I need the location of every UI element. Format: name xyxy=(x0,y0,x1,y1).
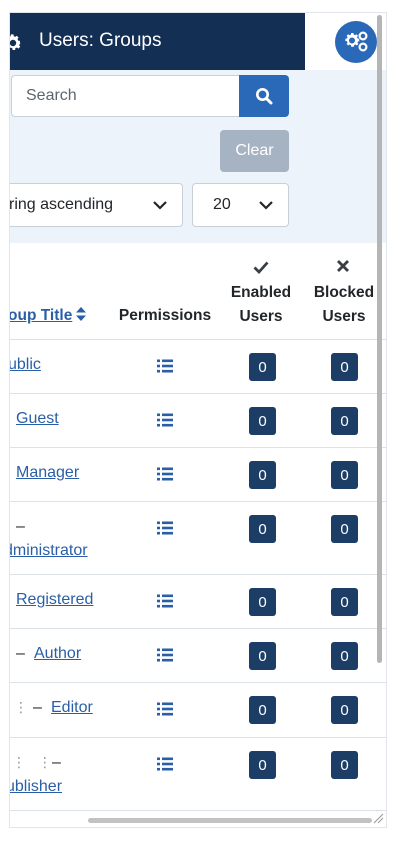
table-row: – dministrator 0 0 xyxy=(10,502,386,575)
column-header-permissions: Permissions xyxy=(118,307,212,324)
group-title-link[interactable]: ublic xyxy=(10,356,41,374)
enabled-users-badge[interactable]: 0 xyxy=(249,588,276,616)
chevron-down-icon xyxy=(153,201,167,210)
list-icon[interactable] xyxy=(157,413,173,427)
window-frame: Users: Groups Search Clear ring ascendin… xyxy=(10,13,386,827)
list-icon[interactable] xyxy=(157,521,173,535)
clear-button[interactable]: Clear xyxy=(220,130,289,172)
blocked-users-badge[interactable]: 0 xyxy=(331,751,358,779)
group-title-link[interactable]: Manager xyxy=(16,464,79,482)
list-icon[interactable] xyxy=(157,467,173,481)
times-icon xyxy=(337,260,349,272)
list-icon[interactable] xyxy=(157,757,173,771)
ordering-select[interactable]: ring ascending xyxy=(10,183,183,227)
table-row: Guest 0 0 xyxy=(10,394,386,448)
group-title-link[interactable]: Author xyxy=(34,645,81,663)
group-title-link[interactable]: Registered xyxy=(16,591,93,609)
search-input[interactable]: Search xyxy=(11,75,239,117)
filter-bar: Search Clear ring ascending 20 xyxy=(10,70,386,243)
column-header-blocked-users: Blocked Users xyxy=(310,281,378,329)
blocked-label-line1: Blocked xyxy=(313,284,375,301)
options-button[interactable] xyxy=(335,21,377,63)
level-dash: – xyxy=(16,645,25,662)
limit-select[interactable]: 20 xyxy=(192,183,289,227)
enabled-users-badge[interactable]: 0 xyxy=(249,461,276,489)
enabled-users-badge[interactable]: 0 xyxy=(249,353,276,381)
table-row: – Author 0 0 xyxy=(10,629,386,683)
table-row: ⋮ ⋮ – ublisher 0 0 xyxy=(10,738,386,811)
list-icon[interactable] xyxy=(157,594,173,608)
gear-icon xyxy=(10,34,22,50)
enabled-users-badge[interactable]: 0 xyxy=(249,407,276,435)
level-indicator: ⋮ ⋮ xyxy=(12,754,56,770)
resize-handle-icon[interactable] xyxy=(372,812,384,824)
group-title-link[interactable]: Guest xyxy=(16,410,59,428)
search-icon xyxy=(256,88,273,105)
blocked-users-badge[interactable]: 0 xyxy=(331,407,358,435)
column-header-enabled-users: Enabled Users xyxy=(228,281,294,329)
search-placeholder: Search xyxy=(26,87,77,104)
group-title-link[interactable]: ublisher xyxy=(10,778,62,796)
list-icon[interactable] xyxy=(157,702,173,716)
column-header-group-title[interactable]: roup Title xyxy=(10,304,87,328)
enabled-users-badge[interactable]: 0 xyxy=(249,515,276,543)
limit-value: 20 xyxy=(213,196,231,213)
level-dash: – xyxy=(52,754,61,771)
page-title: Users: Groups xyxy=(39,30,162,51)
enabled-label-line2: Users xyxy=(239,308,283,325)
group-title-link[interactable]: dministrator xyxy=(10,542,88,560)
ordering-value: ring ascending xyxy=(10,196,114,213)
blocked-users-badge[interactable]: 0 xyxy=(331,696,358,724)
chevron-down-icon xyxy=(259,201,273,210)
group-title-link[interactable]: Editor xyxy=(51,699,93,717)
column-title-label: roup Title xyxy=(10,307,73,324)
list-icon[interactable] xyxy=(157,648,173,662)
blocked-label-line2: Users xyxy=(322,308,366,325)
table-header: roup Title Permissions Enabled Users Blo… xyxy=(10,243,386,340)
horizontal-scrollbar[interactable] xyxy=(88,818,372,823)
level-dash: – xyxy=(16,518,25,535)
blocked-users-badge[interactable]: 0 xyxy=(331,515,358,543)
search-button[interactable] xyxy=(239,75,289,117)
table-row: ⋮ – Editor 0 0 xyxy=(10,683,386,738)
level-indicator: ⋮ xyxy=(14,699,32,715)
cogs-icon xyxy=(345,31,368,52)
enabled-users-badge[interactable]: 0 xyxy=(249,751,276,779)
vertical-scrollbar[interactable] xyxy=(377,15,382,663)
blocked-users-badge[interactable]: 0 xyxy=(331,353,358,381)
list-icon[interactable] xyxy=(157,359,173,373)
table-row: ublic 0 0 xyxy=(10,340,386,394)
blocked-users-badge[interactable]: 0 xyxy=(331,642,358,670)
blocked-users-badge[interactable]: 0 xyxy=(331,461,358,489)
enabled-label-line1: Enabled xyxy=(230,284,292,301)
enabled-users-badge[interactable]: 0 xyxy=(249,696,276,724)
level-dash: – xyxy=(33,699,42,716)
table-row: Registered 0 0 xyxy=(10,575,386,629)
blocked-users-badge[interactable]: 0 xyxy=(331,588,358,616)
title-bar: Users: Groups xyxy=(10,13,305,70)
enabled-users-badge[interactable]: 0 xyxy=(249,642,276,670)
table-row: Manager 0 0 xyxy=(10,448,386,502)
check-icon xyxy=(253,261,269,275)
sort-icon xyxy=(76,307,87,321)
